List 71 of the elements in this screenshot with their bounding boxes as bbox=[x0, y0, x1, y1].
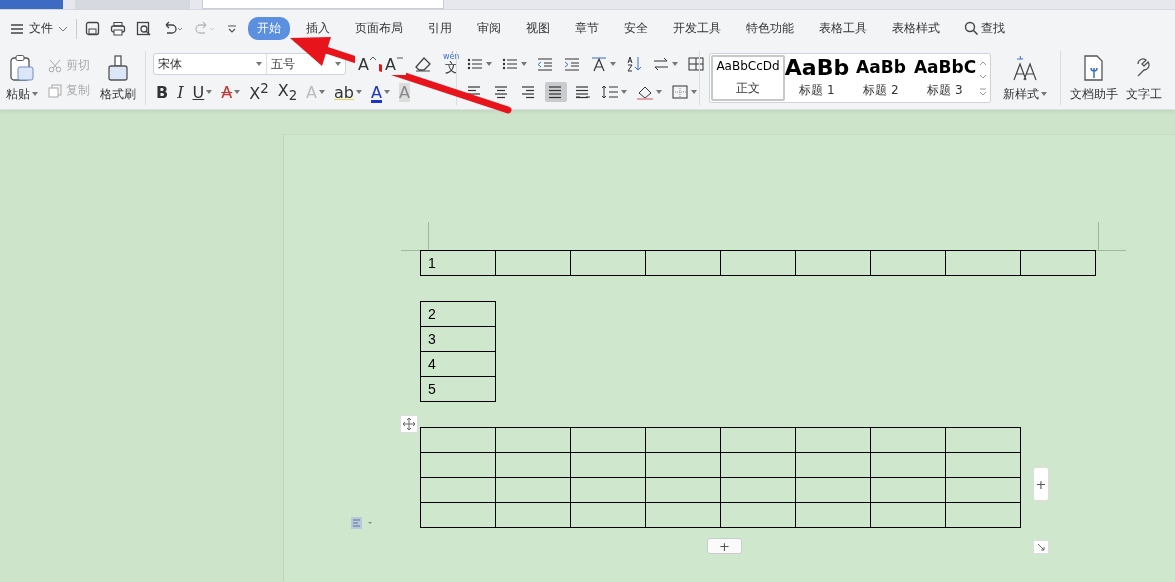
bullets-icon bbox=[466, 56, 484, 72]
table-cell: 3 bbox=[420, 326, 496, 352]
save-icon[interactable] bbox=[85, 21, 100, 36]
paragraph-button[interactable] bbox=[545, 82, 567, 102]
document-assistant-button[interactable]: 文档助手 bbox=[1068, 51, 1120, 105]
format-button[interactable]: ab bbox=[331, 81, 366, 103]
letters-icon bbox=[1012, 53, 1038, 82]
ribbon-tab[interactable]: 表格工具 bbox=[810, 17, 876, 40]
customize-icon[interactable] bbox=[226, 22, 238, 35]
ribbon-tab[interactable]: 特色功能 bbox=[737, 17, 803, 40]
direction-icon bbox=[590, 56, 608, 72]
style-preset[interactable]: AaBb 标题 1 bbox=[785, 55, 849, 101]
print-preview-icon[interactable] bbox=[136, 21, 152, 36]
ribbon-tab[interactable]: 页面布局 bbox=[346, 17, 412, 40]
new-style-button[interactable]: 新样式 bbox=[1001, 51, 1049, 105]
resize-handle-icon[interactable] bbox=[1033, 540, 1049, 554]
distribute-icon bbox=[574, 84, 592, 100]
document-icon bbox=[1082, 53, 1106, 82]
menu-icon bbox=[10, 22, 24, 35]
chevron-down-icon bbox=[58, 24, 68, 33]
spacing-icon bbox=[601, 84, 619, 100]
text-tools-button[interactable]: 文字工 bbox=[1124, 51, 1164, 105]
style-preset[interactable]: AaBb 标题 2 bbox=[849, 55, 913, 101]
add-column-button[interactable]: + bbox=[1033, 467, 1049, 501]
format-button[interactable]: A bbox=[218, 81, 244, 103]
search-button[interactable]: 查找 bbox=[964, 20, 1005, 37]
paste-button[interactable]: 粘贴 bbox=[4, 51, 40, 105]
borders-icon bbox=[671, 84, 689, 100]
print-icon[interactable] bbox=[110, 21, 126, 36]
ribbon-tab[interactable]: 插入 bbox=[297, 17, 339, 40]
ribbon-tab[interactable]: 表格样式 bbox=[883, 17, 949, 40]
style-preset[interactable]: AaBbCcDd 正文 bbox=[711, 55, 785, 101]
format-button[interactable]: X$_{2}$ bbox=[274, 81, 301, 103]
format-button[interactable]: U bbox=[189, 81, 216, 103]
file-menu[interactable]: 文件 bbox=[6, 17, 72, 40]
ribbon-tab[interactable]: 视图 bbox=[517, 17, 559, 40]
ribbon-tab[interactable]: 审阅 bbox=[468, 17, 510, 40]
add-row-button[interactable]: + bbox=[707, 538, 742, 554]
table-cell: 4 bbox=[420, 351, 496, 377]
scissors-icon bbox=[48, 58, 62, 73]
table-cell: 2 bbox=[420, 301, 496, 327]
format-painter-button[interactable]: 格式刷 bbox=[98, 51, 138, 105]
format-button[interactable]: B bbox=[153, 81, 172, 103]
convert-icon bbox=[652, 56, 670, 72]
search-icon bbox=[964, 21, 979, 36]
table-cell: 5 bbox=[420, 376, 496, 402]
format-button[interactable]: I bbox=[174, 81, 187, 103]
numbering-icon bbox=[501, 56, 519, 72]
fill-icon bbox=[636, 84, 654, 100]
caret-up-icon bbox=[369, 56, 376, 61]
grid-icon bbox=[687, 56, 705, 72]
sort-icon bbox=[625, 56, 643, 72]
caret-icon bbox=[32, 92, 38, 96]
copy-icon bbox=[48, 83, 62, 98]
caret-icon bbox=[1041, 92, 1047, 96]
move-handle-icon[interactable] bbox=[400, 415, 418, 433]
clipboard-icon bbox=[9, 53, 35, 82]
format-button[interactable]: X$^{2}$ bbox=[246, 81, 272, 103]
format-button[interactable]: A bbox=[368, 81, 393, 103]
brush-icon bbox=[106, 53, 130, 82]
minus-icon bbox=[396, 56, 403, 61]
ribbon-tab[interactable]: 开发工具 bbox=[664, 17, 730, 40]
ribbon-tab[interactable]: 章节 bbox=[566, 17, 608, 40]
table-cell: 1 bbox=[420, 250, 496, 276]
style-preset[interactable]: AaBbC 标题 3 bbox=[913, 55, 977, 101]
indent-icon bbox=[563, 56, 581, 72]
eraser-icon[interactable] bbox=[413, 56, 432, 72]
ribbon-tab[interactable]: 安全 bbox=[615, 17, 657, 40]
paragraph-button[interactable] bbox=[685, 54, 707, 74]
outdent-icon bbox=[536, 56, 554, 72]
ribbon-tab[interactable]: 引用 bbox=[419, 17, 461, 40]
